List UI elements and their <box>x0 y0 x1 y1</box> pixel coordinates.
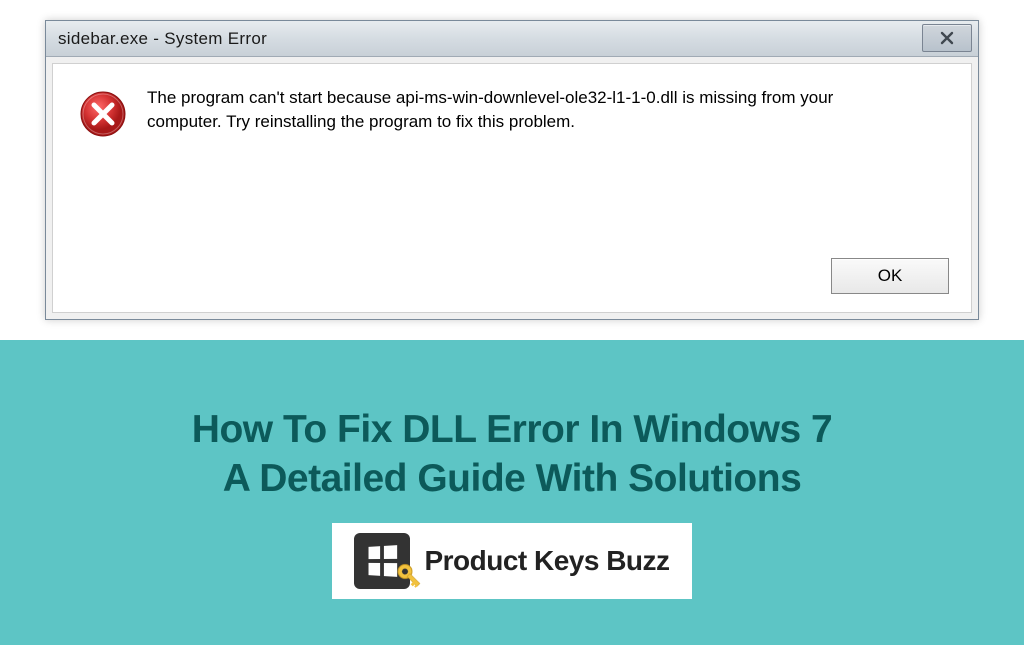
article-banner: How To Fix DLL Error In Windows 7 A Deta… <box>0 340 1024 645</box>
dialog-title: sidebar.exe - System Error <box>58 29 267 49</box>
logo-text: Product Keys Buzz <box>424 545 669 577</box>
close-icon <box>940 31 954 45</box>
error-dialog-window: sidebar.exe - System Error <box>45 20 979 320</box>
headline-line-2: A Detailed Guide With Solutions <box>192 455 832 504</box>
headline-line-1: How To Fix DLL Error In Windows 7 <box>192 406 832 455</box>
error-icon <box>79 90 127 138</box>
dialog-body: The program can't start because api-ms-w… <box>52 63 972 313</box>
logo-badge <box>354 533 410 589</box>
message-row: The program can't start because api-ms-w… <box>79 86 945 138</box>
brand-logo: Product Keys Buzz <box>332 523 691 599</box>
article-headline: How To Fix DLL Error In Windows 7 A Deta… <box>192 406 832 504</box>
ok-button[interactable]: OK <box>831 258 949 294</box>
close-button[interactable] <box>922 24 972 52</box>
screenshot-area: sidebar.exe - System Error <box>0 0 1024 340</box>
error-message: The program can't start because api-ms-w… <box>147 86 847 134</box>
dialog-title-bar: sidebar.exe - System Error <box>46 21 978 57</box>
